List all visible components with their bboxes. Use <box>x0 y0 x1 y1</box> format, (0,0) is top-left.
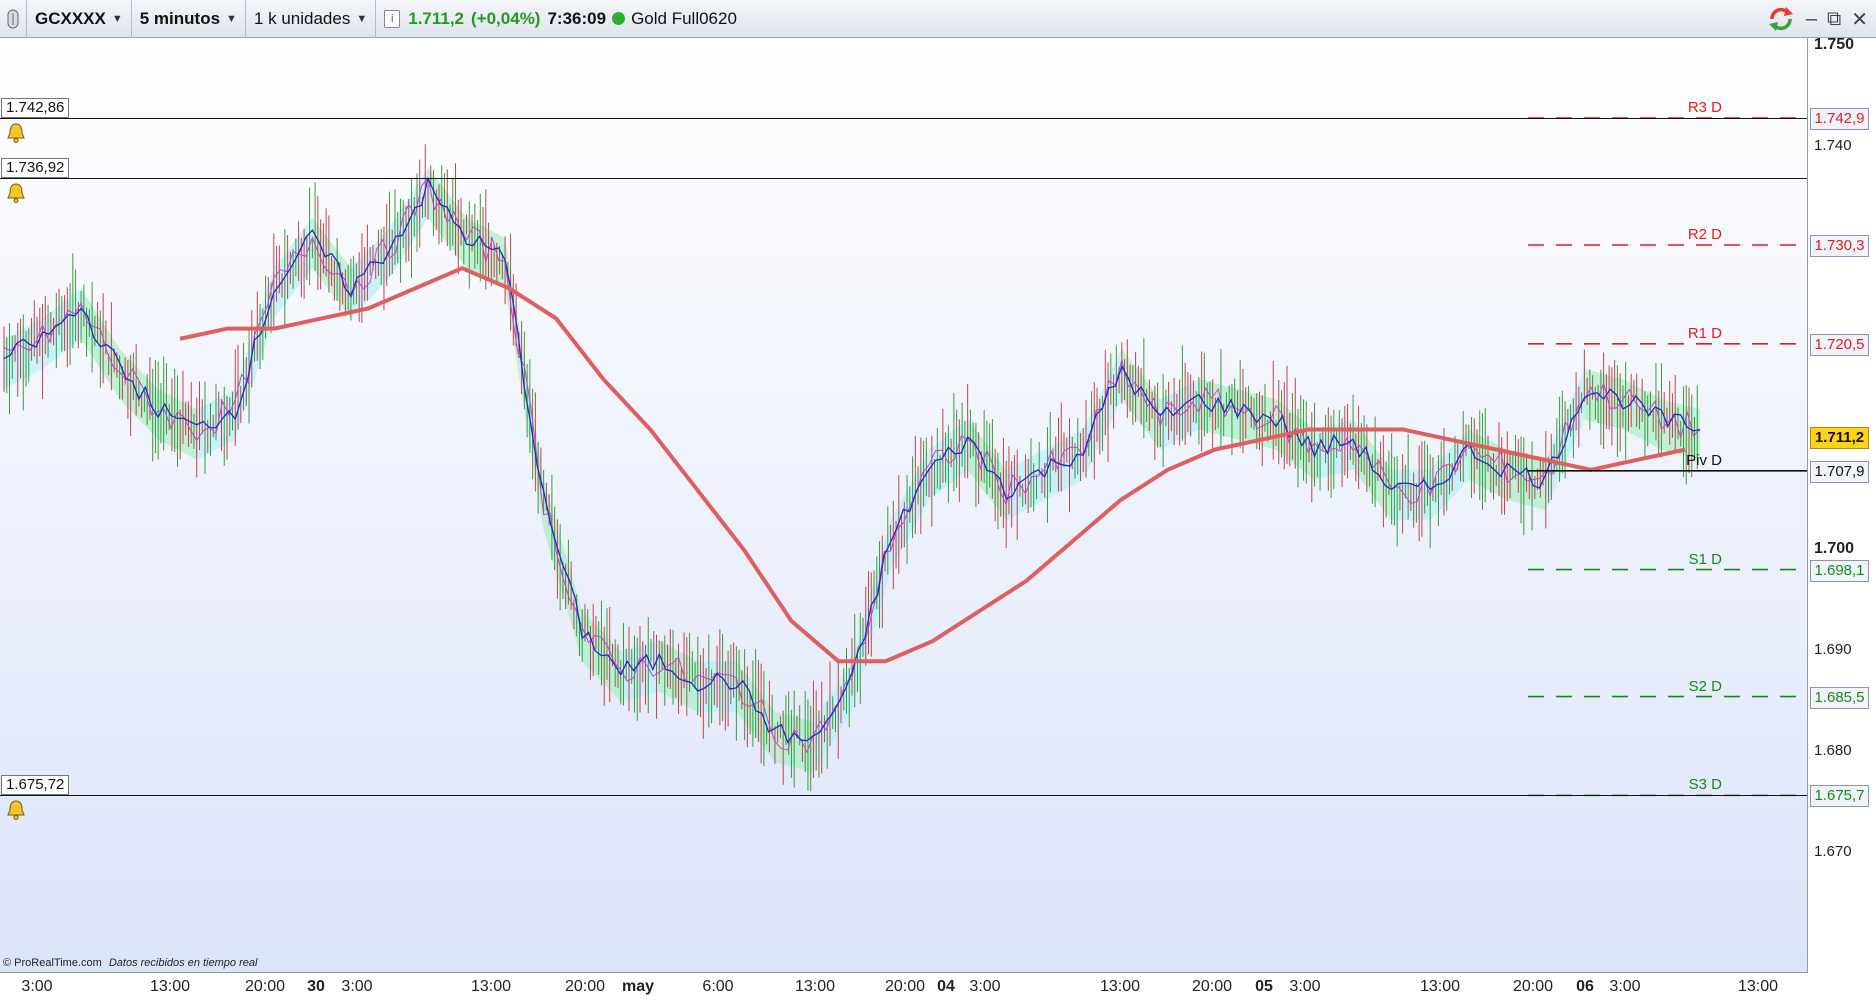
alert-price-label: 1.736,92 <box>1 158 70 179</box>
pivot-value-tag: 1.675,7 <box>1810 785 1869 808</box>
time-axis-tick: 13:00 <box>149 978 191 995</box>
time-axis-tick: may <box>621 978 655 995</box>
time-axis-tick: 13:00 <box>794 978 836 995</box>
pivot-value-tag: 1.685,5 <box>1810 686 1869 709</box>
pivot-label: S3 D <box>1688 776 1722 794</box>
pivot-label: R1 D <box>1687 324 1722 342</box>
pivot-value-tag: 1.742,9 <box>1810 108 1869 130</box>
time-axis-tick: 05 <box>1255 978 1273 995</box>
price-axis[interactable]: 1.750 1.740 1.700 1.690 1.680 1.670 1.742,9 1.7… <box>1808 36 1876 1000</box>
refresh-icon[interactable] <box>1766 5 1796 33</box>
time-axis-tick: 20:00 <box>1191 978 1233 995</box>
price-change: (+0,04%) <box>471 8 541 28</box>
time-axis-tick: 13:00 <box>1419 978 1461 995</box>
time-axis-tick: 20:00 <box>884 978 926 995</box>
brand-text: © ProRealTime.com <box>3 957 102 969</box>
alert-line[interactable] <box>0 118 1807 120</box>
time-axis-tick: 13:00 <box>1099 978 1141 995</box>
time-axis-tick: 6:00 <box>702 978 734 995</box>
timeframe-label: 5 minutos <box>139 8 221 28</box>
chart-menu-button[interactable] <box>0 0 27 38</box>
alert-price-label: 1.742,86 <box>1 98 70 119</box>
symbol-selector[interactable]: GCXXXX ▼ <box>27 0 132 38</box>
time-axis-tick: 06 <box>1576 978 1594 995</box>
time-axis-tick: 13:00 <box>470 978 512 995</box>
pivot-label: Piv D <box>1686 451 1722 469</box>
price-axis-tick: 1.690 <box>1814 641 1852 659</box>
pivot-value-tag: 1.730,3 <box>1810 235 1869 257</box>
contract-name: Gold Full0620 <box>631 8 737 28</box>
quote-panel: i 1.711,2 (+0,04%) 7:36:09 Gold Full0620 <box>376 0 745 38</box>
symbol-label: GCXXXX <box>35 8 106 28</box>
pivot-value-tag: 1.720,5 <box>1810 333 1869 356</box>
time-axis-tick: 04 <box>937 978 955 995</box>
close-button[interactable]: ✕ <box>1851 7 1868 32</box>
chevron-down-icon: ▼ <box>226 12 237 25</box>
chevron-down-icon: ▼ <box>356 12 368 25</box>
price-axis-tick: 1.740 <box>1814 137 1852 155</box>
alert-price-label: 1.675,72 <box>1 775 70 796</box>
time-axis-tick: 13:00 <box>1737 978 1779 995</box>
time-axis-tick: 3:00 <box>1289 978 1321 995</box>
time-axis-tick: 3:00 <box>969 978 1001 995</box>
timeframe-selector[interactable]: 5 minutos ▼ <box>132 0 246 38</box>
pivot-label: S1 D <box>1688 550 1722 568</box>
pivot-value-tag: 1.698,1 <box>1810 559 1869 582</box>
time-axis-tick: 20:00 <box>564 978 606 995</box>
time-axis-tick: 20:00 <box>244 978 286 995</box>
time-axis[interactable]: 3:00 13:00 20:00 30 3:00 13:00 20:00 may 6:00 13:… <box>0 972 1808 1000</box>
time-axis-tick: 3:00 <box>341 978 373 995</box>
time-axis-tick: 3:00 <box>21 978 53 995</box>
quote-time: 7:36:09 <box>547 8 607 28</box>
minimize-button[interactable]: – <box>1806 8 1817 31</box>
time-axis-tick: 30 <box>307 978 325 995</box>
chart-menu-icon <box>7 9 19 28</box>
bell-icon[interactable] <box>4 798 28 822</box>
bell-icon[interactable] <box>4 181 28 205</box>
time-axis-tick: 3:00 <box>1609 978 1641 995</box>
price-chart[interactable]: R3 D R2 D R1 D Piv D S1 D S2 D S3 D 1.742,86 1.7… <box>0 38 1808 972</box>
current-price-tag: 1.711,2 <box>1810 426 1869 449</box>
chevron-down-icon: ▼ <box>111 12 123 25</box>
live-status-icon <box>612 12 626 25</box>
data-status-text: Datos recibidos en tiempo real <box>108 957 258 969</box>
units-label: 1 k unidades <box>253 8 351 28</box>
info-icon[interactable]: i <box>384 9 401 28</box>
copyright-notice: © ProRealTime.com Datos recibidos en tie… <box>3 957 257 969</box>
price-axis-tick: 1.670 <box>1814 842 1852 860</box>
chart-toolbar: GCXXXX ▼ 5 minutos ▼ 1 k unidades ▼ i 1.… <box>0 0 1876 38</box>
time-axis-tick: 20:00 <box>1512 978 1554 995</box>
price-axis-tick: 1.700 <box>1814 540 1855 558</box>
bell-icon[interactable] <box>4 121 28 145</box>
pivot-label: R3 D <box>1687 99 1722 116</box>
alert-line[interactable] <box>0 178 1807 180</box>
alert-line[interactable] <box>0 795 1807 797</box>
pivot-value-tag: 1.707,9 <box>1810 460 1869 483</box>
price-axis-tick: 1.680 <box>1814 742 1852 760</box>
pivot-label: S2 D <box>1688 677 1722 695</box>
pivot-label: R2 D <box>1687 226 1722 243</box>
units-selector[interactable]: 1 k unidades ▼ <box>246 0 377 38</box>
last-price: 1.711,2 <box>408 8 465 28</box>
window-controls: – ⧉ ✕ <box>1766 0 1868 38</box>
price-axis-tick: 1.750 <box>1814 36 1855 54</box>
restore-button[interactable]: ⧉ <box>1827 8 1841 31</box>
